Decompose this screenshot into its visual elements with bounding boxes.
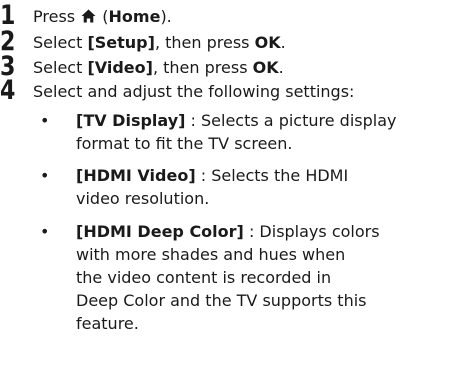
step-text-post: . xyxy=(280,33,286,52)
setting-description: [HDMI Video] : Selects the HDMI video re… xyxy=(76,164,465,210)
menu-item-video: [Video] xyxy=(87,58,153,77)
step-text-pre: Select xyxy=(33,58,88,77)
step-2: 2 Select [Setup], then press OK. xyxy=(0,28,465,55)
setting-desc-first: : Displays colors xyxy=(243,222,380,241)
setting-line: video resolution. xyxy=(76,189,210,208)
setting-description: [TV Display] : Selects a picture display… xyxy=(76,109,465,155)
ok-key-label: OK xyxy=(252,58,279,77)
menu-item-setup: [Setup] xyxy=(87,33,155,52)
setting-line: format to fit the TV screen. xyxy=(76,134,293,153)
setting-line: [TV Display] : Selects a picture display xyxy=(76,109,465,132)
step-text-mid: , then press xyxy=(154,33,255,52)
step-text: Press (Home). xyxy=(33,7,172,27)
step-text-post: . xyxy=(278,58,284,77)
step-1: 1 Press (Home). xyxy=(0,0,465,31)
setting-line: [HDMI Deep Color] : Displays colors xyxy=(76,220,465,243)
ok-key-label: OK xyxy=(254,33,281,52)
setting-term: [HDMI Deep Color] xyxy=(76,222,244,241)
step-text-mid: , then press xyxy=(152,58,253,77)
setting-term: [TV Display] xyxy=(76,111,186,130)
step-text: Select and adjust the following settings… xyxy=(33,82,355,101)
home-key-label: Home xyxy=(108,7,161,26)
setting-line: with more shades and hues when xyxy=(76,245,346,264)
step-number: 4 xyxy=(0,75,16,106)
bullet-marker: • xyxy=(40,222,50,241)
step-text-pre: Press xyxy=(33,7,81,26)
step-number: 1 xyxy=(0,0,16,31)
step-text-mid: ( xyxy=(97,7,109,26)
step-text: Select [Setup], then press OK. xyxy=(33,33,286,53)
setting-line: the video content is recorded in xyxy=(76,268,332,287)
setting-desc-first: : Selects the HDMI xyxy=(195,166,349,185)
setting-description: [HDMI Deep Color] : Displays colors with… xyxy=(76,220,465,335)
setting-line: feature. xyxy=(76,314,139,333)
step-4: 4 Select and adjust the following settin… xyxy=(0,75,465,106)
bullet-marker: • xyxy=(40,111,50,130)
home-icon xyxy=(81,9,96,23)
step-3: 3 Select [Video], then press OK. xyxy=(0,53,465,80)
setting-desc-first: : Selects a picture display xyxy=(185,111,397,130)
setting-line: [HDMI Video] : Selects the HDMI xyxy=(76,164,465,187)
setting-line: Deep Color and the TV supports this xyxy=(76,291,367,310)
setting-term: [HDMI Video] xyxy=(76,166,196,185)
step-text: Select [Video], then press OK. xyxy=(33,58,284,78)
step-text-pre: Select xyxy=(33,33,88,52)
bullet-marker: • xyxy=(40,166,50,185)
step-text-post: ). xyxy=(160,7,172,26)
